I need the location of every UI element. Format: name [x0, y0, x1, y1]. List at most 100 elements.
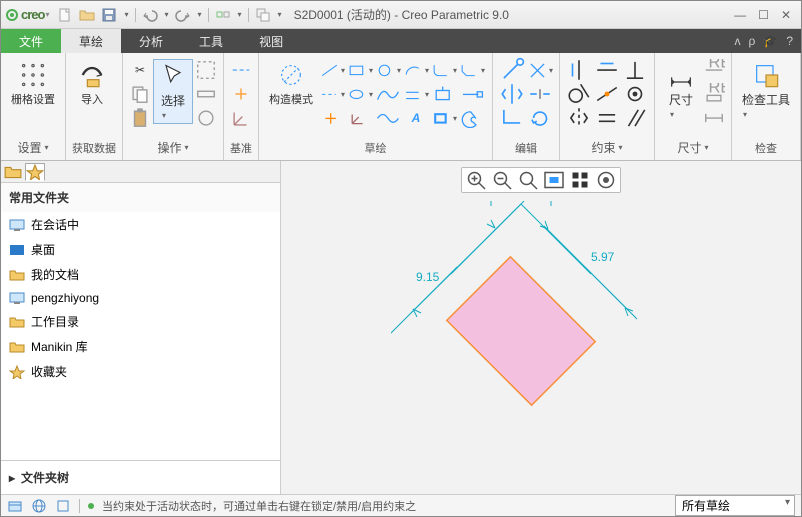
- folder-workdir[interactable]: 工作目录: [1, 309, 280, 334]
- project-icon[interactable]: [431, 83, 457, 105]
- maximize-button[interactable]: ☐: [758, 8, 769, 22]
- app-brand: creo: [21, 7, 44, 22]
- vertical-icon[interactable]: [566, 59, 592, 81]
- windows-dropdown-icon[interactable]: ▾: [278, 10, 282, 19]
- copy-icon[interactable]: [129, 83, 151, 105]
- equal-icon[interactable]: [594, 107, 620, 129]
- learn-icon[interactable]: 🎓: [763, 34, 778, 48]
- undo-dropdown-icon[interactable]: ▾: [165, 10, 169, 19]
- regenerate-dropdown-icon[interactable]: ▾: [238, 10, 242, 19]
- coincident-icon[interactable]: [622, 83, 648, 105]
- status-indicator-icon: [88, 503, 94, 509]
- save-icon[interactable]: [101, 7, 117, 23]
- redo-dropdown-icon[interactable]: ▾: [198, 10, 202, 19]
- rotate-icon[interactable]: [527, 107, 553, 129]
- folder-manikin[interactable]: Manikin 库: [1, 334, 280, 359]
- sketch-geometry: 6.44 9.15 5.97: [391, 201, 651, 451]
- folder-session[interactable]: 在会话中: [1, 212, 280, 237]
- import-button[interactable]: 导入: [72, 59, 112, 109]
- delete-seg-icon[interactable]: ▾: [527, 59, 553, 81]
- paste-icon[interactable]: [129, 107, 151, 129]
- select-all-icon[interactable]: [195, 59, 217, 81]
- chamfer-icon[interactable]: ▾: [459, 59, 485, 81]
- search-icon[interactable]: ρ: [749, 34, 756, 48]
- status-model-icon[interactable]: [7, 498, 23, 514]
- folder-tree-header[interactable]: ▸ 文件夹树: [1, 460, 280, 494]
- corner-icon[interactable]: [499, 107, 525, 129]
- open-file-icon[interactable]: [79, 7, 95, 23]
- ref-dim-icon[interactable]: REF: [703, 59, 725, 81]
- minimize-button[interactable]: —: [734, 8, 746, 22]
- nav-tab-favorites-icon[interactable]: [25, 163, 45, 181]
- nav-tab-folder-icon[interactable]: [3, 163, 23, 181]
- display-style-icon[interactable]: [594, 170, 618, 190]
- folder-user[interactable]: pengzhiyong: [1, 287, 280, 309]
- tab-analysis[interactable]: 分析: [121, 29, 181, 53]
- new-file-icon[interactable]: [57, 7, 73, 23]
- status-web-icon[interactable]: [31, 498, 47, 514]
- redo-icon[interactable]: [175, 7, 191, 23]
- centerline2-icon[interactable]: ▾: [319, 83, 345, 105]
- folder-documents[interactable]: 我的文档: [1, 262, 280, 287]
- zoom-in-icon[interactable]: [464, 170, 488, 190]
- collapse-ribbon-icon[interactable]: ʌ: [735, 34, 741, 48]
- close-button[interactable]: ✕: [781, 8, 791, 22]
- select-chain-icon[interactable]: [195, 83, 217, 105]
- parallel-icon[interactable]: [622, 107, 648, 129]
- dimension-button[interactable]: 尺寸▾: [661, 59, 701, 122]
- point2-icon[interactable]: [319, 107, 345, 129]
- select-button[interactable]: 选择▾: [153, 59, 193, 124]
- perpendicular-icon[interactable]: [622, 59, 648, 81]
- symmetric-icon[interactable]: [566, 107, 592, 129]
- construct-mode-button[interactable]: 构造模式: [265, 59, 317, 109]
- status-box-icon[interactable]: [55, 498, 71, 514]
- zoom-fit-icon[interactable]: [516, 170, 540, 190]
- tab-view[interactable]: 视图: [241, 29, 301, 53]
- horizontal-icon[interactable]: [594, 59, 620, 81]
- rect-icon[interactable]: ▾: [347, 59, 373, 81]
- brand-dropdown-icon[interactable]: ▾: [45, 10, 49, 19]
- tab-file[interactable]: 文件: [1, 29, 61, 53]
- offset-icon[interactable]: ▾: [403, 83, 429, 105]
- tab-sketch[interactable]: 草绘: [61, 29, 121, 53]
- cut-icon[interactable]: ✂: [129, 59, 151, 81]
- grid-settings-button[interactable]: 栅格设置: [7, 59, 59, 109]
- filter-dropdown[interactable]: 所有草绘: [675, 495, 795, 516]
- baseline-icon[interactable]: REF: [703, 83, 725, 105]
- modify-icon[interactable]: [499, 59, 525, 81]
- zoom-out-icon[interactable]: [490, 170, 514, 190]
- fillet-icon[interactable]: ▾: [431, 59, 457, 81]
- save-dropdown-icon[interactable]: ▾: [124, 10, 128, 19]
- folder-favorites[interactable]: 收藏夹: [1, 359, 280, 384]
- windows-icon[interactable]: [255, 7, 271, 23]
- regenerate-icon[interactable]: [215, 7, 231, 23]
- graphics-canvas[interactable]: 6.44 9.15 5.97: [281, 161, 801, 494]
- mirror-icon[interactable]: [499, 83, 525, 105]
- axis-end-icon[interactable]: [459, 83, 485, 105]
- arc-icon[interactable]: ▾: [403, 59, 429, 81]
- centerline-icon[interactable]: [230, 59, 252, 81]
- inspect-tool-button[interactable]: 检查工具▾: [738, 59, 794, 122]
- sketch-view-icon[interactable]: [568, 170, 592, 190]
- folder-desktop[interactable]: 桌面: [1, 237, 280, 262]
- line-icon[interactable]: ▾: [319, 59, 345, 81]
- perimeter-icon[interactable]: [703, 107, 725, 129]
- coord-icon[interactable]: [230, 107, 252, 129]
- coord2-icon[interactable]: [347, 107, 373, 129]
- tab-tools[interactable]: 工具: [181, 29, 241, 53]
- palette-icon[interactable]: [459, 107, 485, 129]
- thicken-icon[interactable]: ▾: [431, 107, 457, 129]
- text-icon[interactable]: A: [403, 107, 429, 129]
- circle-icon[interactable]: ▾: [375, 59, 401, 81]
- undo-icon[interactable]: [142, 7, 158, 23]
- refit-icon[interactable]: [542, 170, 566, 190]
- tangent-icon[interactable]: [566, 83, 592, 105]
- select-loop-icon[interactable]: [195, 107, 217, 129]
- spline-icon[interactable]: [375, 83, 401, 105]
- help-icon[interactable]: ?: [786, 34, 793, 48]
- divide-icon[interactable]: [527, 83, 553, 105]
- ellipse-icon[interactable]: ▾: [347, 83, 373, 105]
- spline2-icon[interactable]: [375, 107, 401, 129]
- point-icon[interactable]: [230, 83, 252, 105]
- midpoint-icon[interactable]: [594, 83, 620, 105]
